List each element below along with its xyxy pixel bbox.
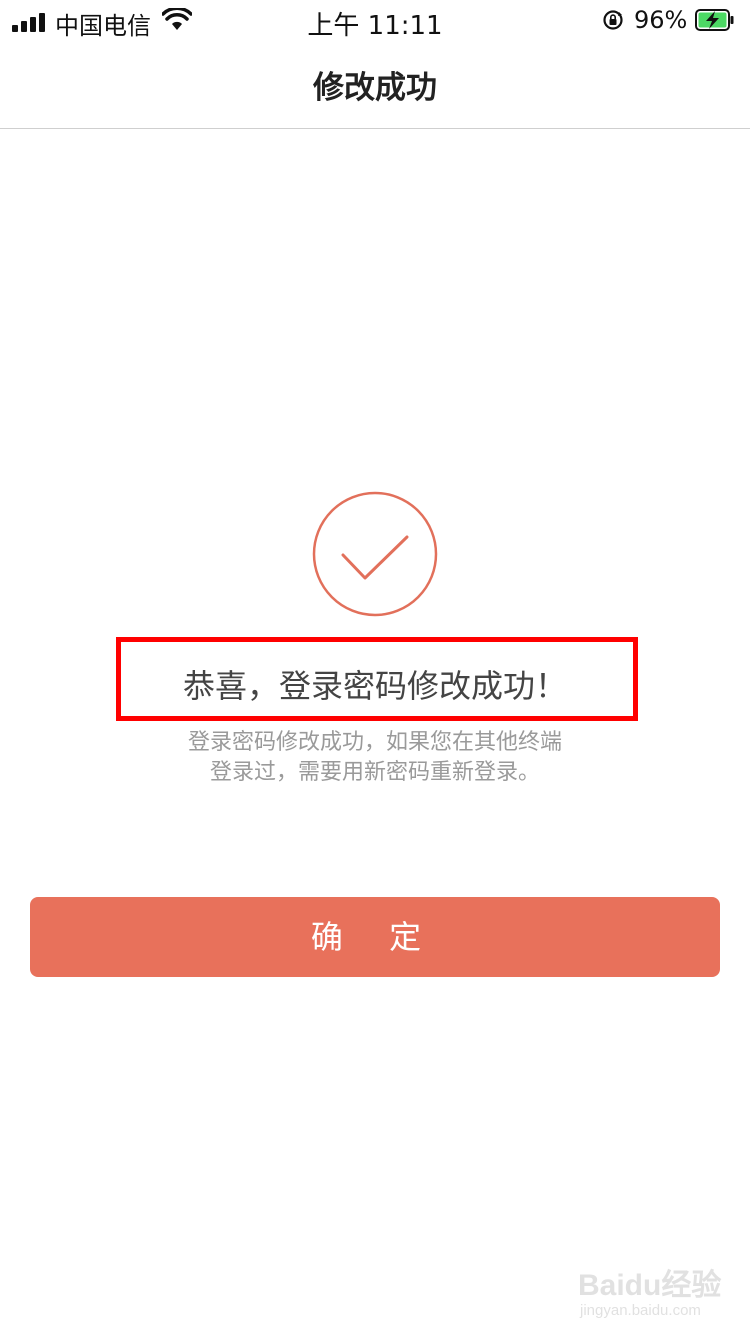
success-desc-line-2: 登录过，需要用新密码重新登录。 <box>209 760 540 785</box>
watermark-brand: Baidu经验 <box>578 1269 722 1302</box>
battery-charging-icon <box>695 9 734 31</box>
success-description: 登录密码修改成功，如果您在其他终端 登录过，需要用新密码重新登录。 <box>0 728 750 788</box>
confirm-button[interactable]: 确 定 <box>30 897 720 977</box>
orientation-lock-icon <box>603 10 623 30</box>
status-bar: 中国电信 上午 11:11 96% <box>0 0 750 42</box>
navigation-bar: 修改成功 <box>0 42 750 129</box>
checkmark-circle-icon <box>312 491 438 617</box>
watermark-url: jingyan.baidu.com <box>580 1302 701 1319</box>
success-desc-line-1: 登录密码修改成功，如果您在其他终端 <box>187 730 562 755</box>
success-title: 恭喜，登录密码修改成功！ <box>182 667 567 705</box>
watermark: Baidu经验 jingyan.baidu.com <box>578 1260 738 1326</box>
battery-percent: 96% <box>634 6 688 34</box>
page-title: 修改成功 <box>313 70 437 106</box>
